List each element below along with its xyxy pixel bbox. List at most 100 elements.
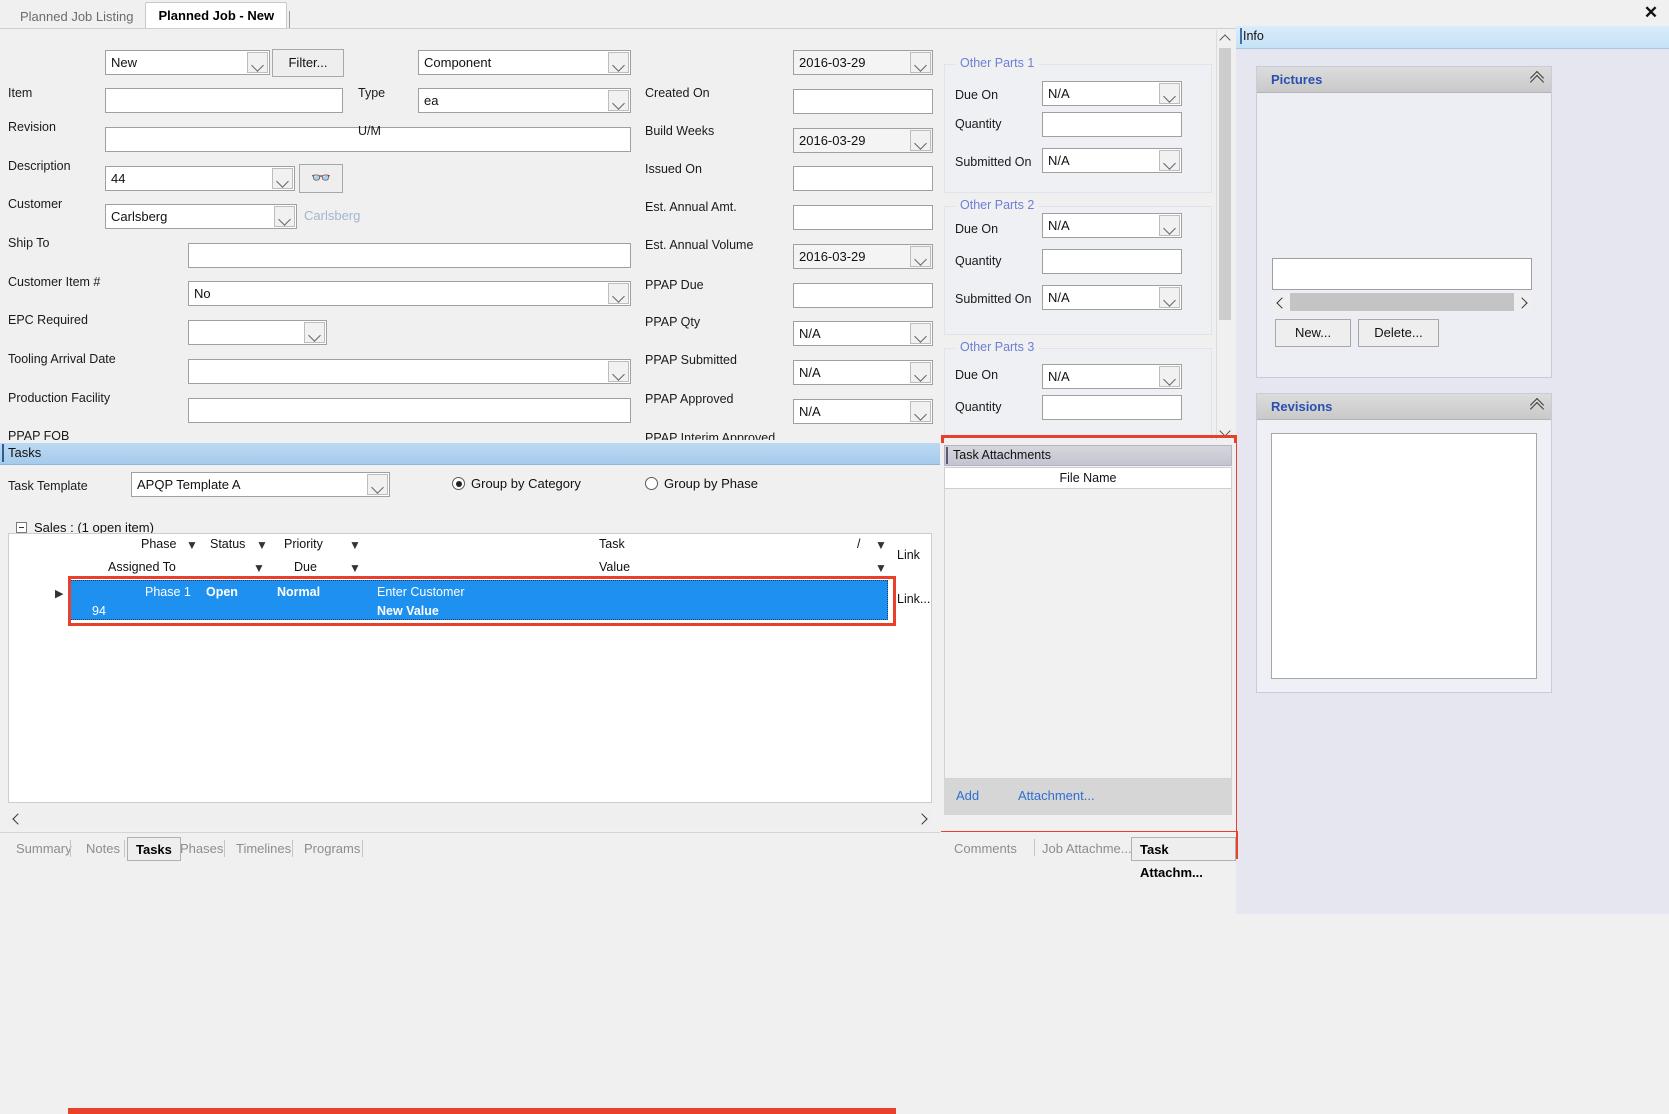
- pictures-scroll-thumb[interactable]: [1290, 293, 1514, 311]
- binoculars-icon[interactable]: 👓: [299, 164, 343, 193]
- filter-icon[interactable]: ▼: [256, 538, 268, 552]
- ppap-approved-combo[interactable]: N/A: [793, 360, 933, 385]
- chevron-down-icon[interactable]: [910, 362, 931, 383]
- chevron-down-icon[interactable]: [1159, 83, 1180, 104]
- column-header-phase[interactable]: Phase: [141, 537, 176, 551]
- column-header-assigned-to[interactable]: Assigned To: [108, 560, 176, 574]
- chevron-down-icon[interactable]: [910, 130, 931, 151]
- op1-due-on-combo[interactable]: N/A: [1042, 81, 1182, 106]
- column-header-status[interactable]: Status: [210, 537, 245, 551]
- build-weeks-input[interactable]: [793, 89, 933, 114]
- ship-to-combo[interactable]: Carlsberg: [105, 204, 297, 229]
- chevron-down-icon[interactable]: [1159, 366, 1180, 387]
- form-vertical-scrollbar[interactable]: [1216, 30, 1233, 440]
- op2-due-on-combo[interactable]: N/A: [1042, 213, 1182, 238]
- attachments-list-body[interactable]: [944, 489, 1232, 779]
- ppap-qty-input[interactable]: [793, 283, 933, 308]
- chevron-up-icon[interactable]: [1531, 401, 1543, 411]
- filter-icon[interactable]: ▼: [253, 561, 265, 575]
- chevron-down-icon[interactable]: [910, 246, 931, 267]
- ppap-due-combo[interactable]: 2016-03-29: [793, 244, 933, 269]
- scroll-left-icon[interactable]: [1272, 293, 1290, 311]
- tab-summary[interactable]: Summary: [8, 837, 80, 861]
- item-combo[interactable]: New: [105, 50, 270, 75]
- chevron-down-icon[interactable]: [910, 323, 931, 344]
- chevron-down-icon[interactable]: [608, 52, 629, 73]
- scrollbar-thumb[interactable]: [1219, 48, 1231, 320]
- filter-icon[interactable]: ▼: [349, 538, 361, 552]
- chevron-down-icon[interactable]: [608, 90, 629, 111]
- scroll-up-icon[interactable]: [1217, 30, 1233, 46]
- ppap-interim-approved-combo[interactable]: N/A: [793, 399, 933, 424]
- tab-planned-job-listing[interactable]: Planned Job Listing: [8, 5, 145, 29]
- chevron-down-icon[interactable]: [608, 283, 629, 304]
- tab-phases[interactable]: Phases: [172, 837, 231, 861]
- tasks-grid-selected-row[interactable]: Phase 1 Open Normal Enter Customer 94 Ne…: [69, 580, 888, 620]
- filter-icon[interactable]: ▼: [875, 538, 887, 552]
- op2-submitted-on-combo[interactable]: N/A: [1042, 285, 1182, 310]
- column-header-task[interactable]: Task: [599, 537, 625, 551]
- chevron-down-icon[interactable]: [608, 361, 629, 382]
- op3-due-on-combo[interactable]: N/A: [1042, 364, 1182, 389]
- ppap-submitted-combo[interactable]: N/A: [793, 321, 933, 346]
- picture-new-button[interactable]: New...: [1275, 319, 1351, 347]
- tab-programs[interactable]: Programs: [296, 837, 368, 861]
- tab-comments[interactable]: Comments: [954, 841, 1017, 856]
- column-header-due[interactable]: Due: [294, 560, 317, 574]
- scroll-right-icon[interactable]: [914, 809, 932, 827]
- chevron-down-icon[interactable]: [304, 322, 325, 343]
- chevron-down-icon[interactable]: [1159, 215, 1180, 236]
- scroll-down-icon[interactable]: [1217, 424, 1233, 440]
- chevron-down-icon[interactable]: [1159, 150, 1180, 171]
- op2-quantity-input[interactable]: [1042, 249, 1182, 274]
- picture-delete-button[interactable]: Delete...: [1358, 319, 1439, 347]
- tab-notes[interactable]: Notes: [78, 837, 128, 861]
- issued-on-combo[interactable]: 2016-03-29: [793, 128, 933, 153]
- close-icon[interactable]: ✕: [1639, 2, 1663, 24]
- chevron-down-icon[interactable]: [910, 401, 931, 422]
- cell-link[interactable]: Link...: [897, 592, 930, 606]
- task-template-combo[interactable]: APQP Template A: [131, 472, 390, 497]
- file-name-column-header[interactable]: File Name: [944, 467, 1232, 489]
- est-annual-amt-input[interactable]: [793, 166, 933, 191]
- add-attachment-link[interactable]: Add: [956, 788, 979, 803]
- scroll-right-icon[interactable]: [1514, 293, 1532, 311]
- um-combo[interactable]: ea: [418, 88, 631, 113]
- filter-button[interactable]: Filter...: [272, 49, 344, 77]
- chevron-down-icon[interactable]: [1159, 287, 1180, 308]
- tasks-grid-horizontal-scrollbar[interactable]: [8, 809, 932, 827]
- chevron-down-icon[interactable]: [247, 52, 268, 73]
- chevron-down-icon[interactable]: [910, 52, 931, 73]
- tab-timelines[interactable]: Timelines: [228, 837, 299, 861]
- chevron-down-icon[interactable]: [367, 474, 388, 495]
- op3-quantity-input[interactable]: [1042, 395, 1182, 420]
- customer-combo[interactable]: 44: [105, 166, 295, 191]
- pictures-horizontal-scrollbar[interactable]: [1272, 293, 1532, 311]
- chevron-down-icon[interactable]: [274, 206, 295, 227]
- created-on-combo[interactable]: 2016-03-29: [793, 50, 933, 75]
- filter-icon[interactable]: ▼: [186, 538, 198, 552]
- tab-task-attachments[interactable]: Task Attachm...: [1131, 837, 1236, 880]
- tasks-scroll-track[interactable]: [8, 809, 932, 827]
- epc-required-combo[interactable]: No: [188, 281, 631, 306]
- customer-item-input[interactable]: [188, 243, 631, 268]
- production-facility-combo[interactable]: [188, 359, 631, 384]
- chevron-up-icon[interactable]: [1531, 74, 1543, 84]
- scroll-left-icon[interactable]: [8, 809, 26, 827]
- picture-path-input[interactable]: [1272, 258, 1532, 290]
- radio-group-by-category[interactable]: Group by Category: [452, 476, 581, 491]
- op1-submitted-on-combo[interactable]: N/A: [1042, 148, 1182, 173]
- chevron-down-icon[interactable]: [272, 168, 293, 189]
- tooling-arrival-date-combo[interactable]: [188, 320, 327, 345]
- radio-group-by-phase[interactable]: Group by Phase: [645, 476, 758, 491]
- filter-icon[interactable]: ▼: [349, 561, 361, 575]
- column-header-priority[interactable]: Priority: [284, 537, 323, 551]
- collapse-icon[interactable]: [16, 522, 27, 533]
- revisions-list[interactable]: [1271, 433, 1537, 679]
- type-combo[interactable]: Component: [418, 50, 631, 75]
- tab-planned-job-new[interactable]: Planned Job - New: [145, 2, 288, 29]
- ppap-fob-input[interactable]: [188, 398, 631, 423]
- tab-job-attachments[interactable]: Job Attachme...: [1042, 841, 1132, 856]
- column-header-value[interactable]: Value: [599, 560, 630, 574]
- op1-quantity-input[interactable]: [1042, 112, 1182, 137]
